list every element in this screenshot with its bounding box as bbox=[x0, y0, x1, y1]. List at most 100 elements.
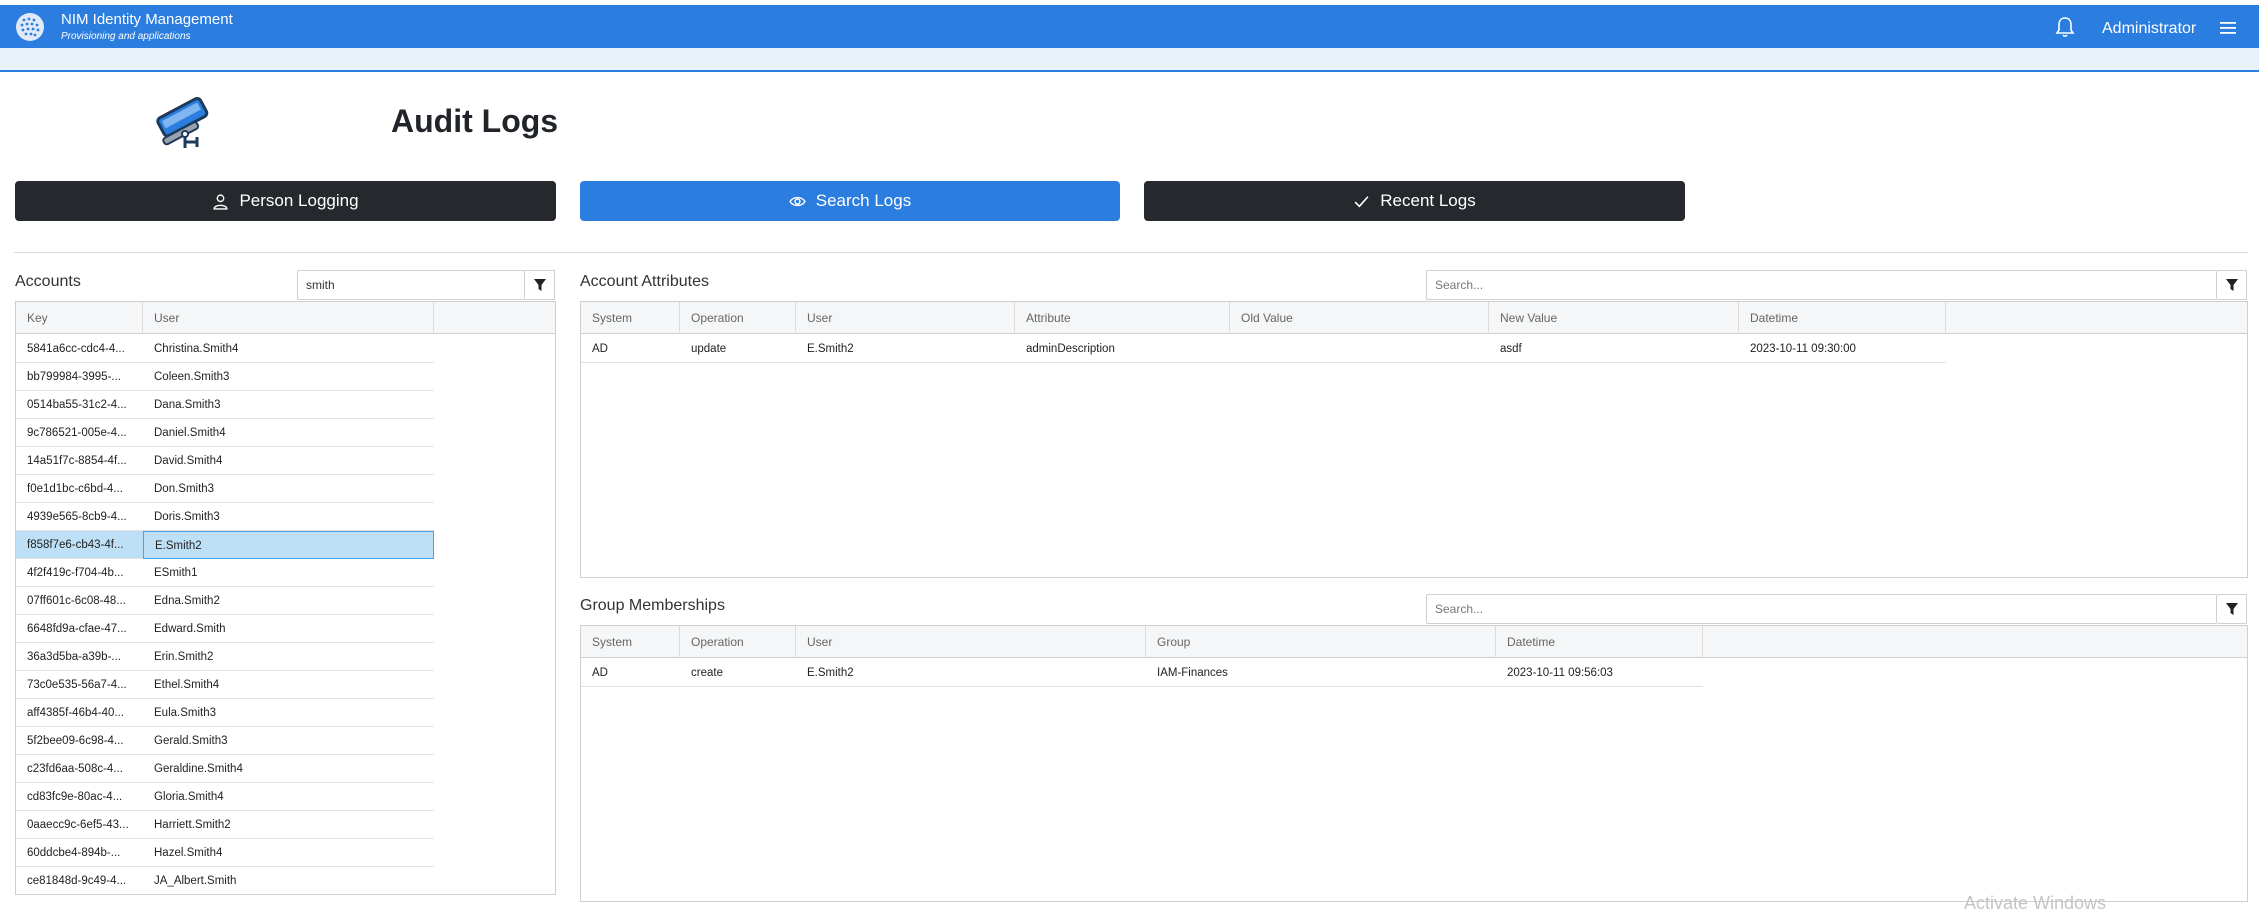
globe-logo-icon[interactable] bbox=[14, 11, 46, 43]
eye-icon bbox=[789, 196, 806, 206]
cell-system: AD bbox=[592, 343, 608, 355]
attributes-filter-button[interactable] bbox=[2217, 270, 2247, 300]
app-subtitle: Provisioning and applications bbox=[61, 31, 191, 42]
accounts-search-input[interactable]: smith bbox=[297, 270, 525, 300]
activate-windows-watermark: Activate Windows bbox=[1964, 893, 2107, 913]
cell-user: Christina.Smith4 bbox=[154, 343, 239, 355]
person-icon bbox=[213, 193, 229, 210]
cell-user: JA_Albert.Smith bbox=[154, 875, 237, 887]
cell-user: David.Smith4 bbox=[154, 455, 223, 467]
cell-group: IAM-Finances bbox=[1157, 667, 1228, 679]
table-row[interactable]: 4f2f419c-f704-4b... ESmith1 bbox=[16, 559, 434, 587]
groups-grid-header: System Operation User Group Datetime bbox=[581, 626, 2247, 658]
cell-user: E.Smith2 bbox=[807, 343, 854, 355]
table-row[interactable]: f0e1d1bc-c6bd-4... Don.Smith3 bbox=[16, 475, 434, 503]
user-menu[interactable]: Administrator bbox=[2102, 20, 2196, 38]
column-header-operation[interactable]: Operation bbox=[680, 626, 796, 658]
accounts-grid: Key User 5841a6cc-cdc4-4... Christina.Smi… bbox=[15, 301, 556, 895]
table-row[interactable]: 0aaecc9c-6ef5-43... Harriett.Smith2 bbox=[16, 811, 434, 839]
column-header-system[interactable]: System bbox=[581, 302, 680, 334]
table-row[interactable]: ce81848d-9c49-4... JA_Albert.Smith bbox=[16, 867, 434, 894]
cell-key: 07ff601c-6c08-48... bbox=[27, 595, 126, 607]
accounts-grid-header: Key User bbox=[16, 302, 555, 334]
table-row[interactable]: AD create E.Smith2 IAM-Finances 2023-10-… bbox=[581, 659, 1703, 687]
accounts-filter-button[interactable] bbox=[525, 270, 555, 300]
column-header-new-value[interactable]: New Value bbox=[1489, 302, 1739, 334]
person-logging-button[interactable]: Person Logging bbox=[15, 181, 556, 221]
table-row[interactable]: 36a3d5ba-a39b-... Erin.Smith2 bbox=[16, 643, 434, 671]
cell-key: ce81848d-9c49-4... bbox=[27, 875, 127, 887]
column-header-user[interactable]: User bbox=[143, 302, 434, 334]
column-header-key[interactable]: Key bbox=[16, 302, 143, 334]
table-row[interactable]: 5841a6cc-cdc4-4... Christina.Smith4 bbox=[16, 335, 434, 363]
cell-key: 4f2f419c-f704-4b... bbox=[27, 567, 124, 579]
top-navbar: NIM Identity Management Provisioning and… bbox=[0, 5, 2259, 48]
recent-logs-button[interactable]: Recent Logs bbox=[1144, 181, 1685, 221]
cell-key: 0aaecc9c-6ef5-43... bbox=[27, 819, 129, 831]
table-row[interactable]: 5f2bee09-6c98-4... Gerald.Smith3 bbox=[16, 727, 434, 755]
table-row[interactable]: c23fd6aa-508c-4... Geraldine.Smith4 bbox=[16, 755, 434, 783]
sub-header-bar bbox=[0, 48, 2259, 72]
filter-icon bbox=[533, 279, 546, 291]
app-title: NIM Identity Management bbox=[61, 11, 233, 28]
cell-user: Gerald.Smith3 bbox=[154, 735, 228, 747]
table-row[interactable]: cd83fc9e-80ac-4... Gloria.Smith4 bbox=[16, 783, 434, 811]
table-row[interactable]: 6648fd9a-cfae-47... Edward.Smith bbox=[16, 615, 434, 643]
table-row[interactable]: 73c0e535-56a7-4... Ethel.Smith4 bbox=[16, 671, 434, 699]
cell-user: Hazel.Smith4 bbox=[154, 847, 223, 859]
column-header-datetime[interactable]: Datetime bbox=[1496, 626, 1703, 658]
table-row[interactable]: 14a51f7c-8854-4f... David.Smith4 bbox=[16, 447, 434, 475]
column-header-group[interactable]: Group bbox=[1146, 626, 1496, 658]
cell-user: Don.Smith3 bbox=[154, 483, 215, 495]
divider bbox=[14, 252, 2248, 253]
column-header-system[interactable]: System bbox=[581, 626, 680, 658]
hamburger-menu-icon[interactable] bbox=[2219, 20, 2237, 36]
cell-user: ESmith1 bbox=[154, 567, 198, 579]
cell-user: Edna.Smith2 bbox=[154, 595, 220, 607]
attributes-search-input[interactable]: Search... bbox=[1426, 270, 2217, 300]
filter-icon bbox=[2225, 279, 2238, 291]
attributes-grid: System Operation User Attribute Old Valu… bbox=[580, 301, 2248, 578]
groups-search-input[interactable]: Search... bbox=[1426, 594, 2217, 624]
table-row[interactable]: 0514ba55-31c2-4... Dana.Smith3 bbox=[16, 391, 434, 419]
column-header-attribute[interactable]: Attribute bbox=[1015, 302, 1230, 334]
groups-grid: System Operation User Group Datetime AD … bbox=[580, 625, 2248, 902]
cell-datetime: 2023-10-11 09:30:00 bbox=[1750, 343, 1856, 355]
cell-key: 14a51f7c-8854-4f... bbox=[27, 455, 127, 467]
table-row[interactable]: f858f7e6-cb43-4f... E.Smith2 bbox=[16, 531, 434, 559]
column-header-user[interactable]: User bbox=[796, 302, 1015, 334]
cell-key: 6648fd9a-cfae-47... bbox=[27, 623, 127, 635]
cell-user: E.Smith2 bbox=[143, 531, 434, 559]
cell-key: 4939e565-8cb9-4... bbox=[27, 511, 127, 523]
cell-old-value bbox=[1230, 335, 1489, 363]
table-row[interactable]: AD update E.Smith2 adminDescription asdf… bbox=[581, 335, 1946, 363]
cell-user: Ethel.Smith4 bbox=[154, 679, 220, 691]
cell-user: Doris.Smith3 bbox=[154, 511, 220, 523]
cell-key: bb799984-3995-... bbox=[27, 371, 121, 383]
cell-user: Gloria.Smith4 bbox=[154, 791, 224, 803]
table-row[interactable]: bb799984-3995-... Coleen.Smith3 bbox=[16, 363, 434, 391]
cell-key: 9c786521-005e-4... bbox=[27, 427, 127, 439]
cell-system: AD bbox=[592, 667, 608, 679]
table-row[interactable]: 60ddcbe4-894b-... Hazel.Smith4 bbox=[16, 839, 434, 867]
cell-user: Eula.Smith3 bbox=[154, 707, 217, 719]
table-row[interactable]: 9c786521-005e-4... Daniel.Smith4 bbox=[16, 419, 434, 447]
cell-operation: create bbox=[691, 667, 723, 679]
accounts-label: Accounts bbox=[15, 273, 81, 290]
column-header-operation[interactable]: Operation bbox=[680, 302, 796, 334]
column-header-user[interactable]: User bbox=[796, 626, 1146, 658]
column-header-old-value[interactable]: Old Value bbox=[1230, 302, 1489, 334]
column-header-datetime[interactable]: Datetime bbox=[1739, 302, 1946, 334]
cell-user: Coleen.Smith3 bbox=[154, 371, 230, 383]
table-row[interactable]: aff4385f-46b4-40... Eula.Smith3 bbox=[16, 699, 434, 727]
recent-logs-label: Recent Logs bbox=[1380, 191, 1476, 210]
table-row[interactable]: 4939e565-8cb9-4... Doris.Smith3 bbox=[16, 503, 434, 531]
search-logs-button[interactable]: Search Logs bbox=[580, 181, 1120, 221]
cell-user: Edward.Smith bbox=[154, 623, 226, 635]
cell-key: 5f2bee09-6c98-4... bbox=[27, 735, 124, 747]
groups-filter-button[interactable] bbox=[2217, 594, 2247, 624]
bell-icon[interactable] bbox=[2054, 15, 2076, 39]
cell-key: cd83fc9e-80ac-4... bbox=[27, 791, 123, 803]
table-row[interactable]: 07ff601c-6c08-48... Edna.Smith2 bbox=[16, 587, 434, 615]
filter-icon bbox=[2225, 603, 2238, 615]
